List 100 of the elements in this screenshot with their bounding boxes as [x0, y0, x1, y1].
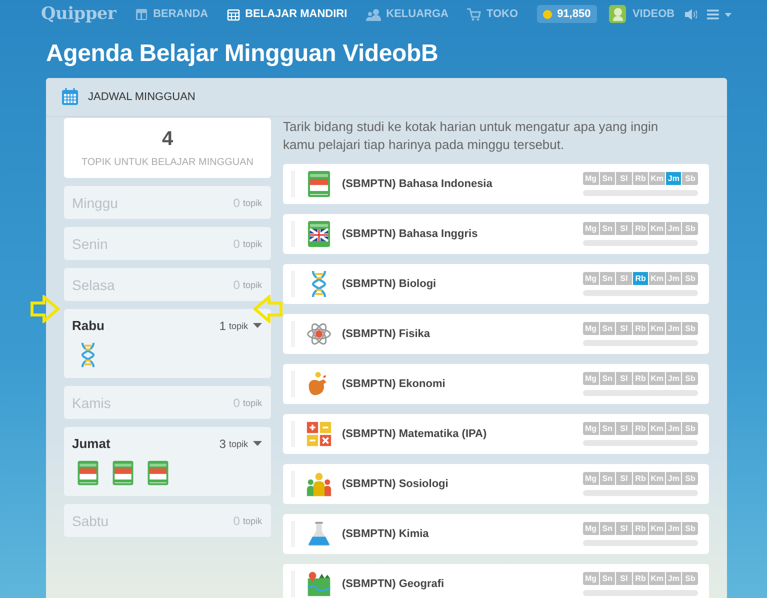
- day-toggle[interactable]: Sl: [616, 322, 632, 335]
- subject-card[interactable]: (SBMPTN) Biologi Mg Sn Sl Rb Km Jm Sb: [283, 264, 709, 304]
- day-toggle[interactable]: Km: [649, 272, 665, 285]
- day-toggle[interactable]: Sn: [600, 522, 616, 535]
- day-toggle[interactable]: Jm: [666, 422, 682, 435]
- subject-name: (SBMPTN) Kimia: [342, 528, 430, 540]
- day-toggle[interactable]: Sb: [682, 172, 698, 185]
- drag-handle-icon[interactable]: [291, 371, 295, 397]
- drag-handle-icon[interactable]: [291, 321, 295, 347]
- day-toggle[interactable]: Mg: [583, 172, 599, 185]
- day-toggle[interactable]: Mg: [583, 522, 599, 535]
- user-name[interactable]: VIDEOB: [632, 8, 675, 20]
- day-toggle[interactable]: Mg: [583, 472, 599, 485]
- menu-icon[interactable]: [707, 8, 734, 20]
- drag-handle-icon[interactable]: [291, 521, 295, 547]
- day-toggle[interactable]: Mg: [583, 322, 599, 335]
- day-toggle[interactable]: Rb: [632, 422, 648, 435]
- day-toggle[interactable]: Sb: [682, 372, 698, 385]
- subject-icon: [75, 460, 101, 486]
- subject-card[interactable]: (SBMPTN) Ekonomi Mg Sn Sl Rb Km Jm Sb: [283, 364, 709, 404]
- drag-handle-icon[interactable]: [291, 571, 295, 597]
- day-toggle[interactable]: Rb: [632, 272, 648, 285]
- day-toggle[interactable]: Sl: [616, 472, 632, 485]
- day-toggle[interactable]: Km: [649, 172, 665, 185]
- day-toggle[interactable]: Sb: [682, 322, 698, 335]
- day-toggle[interactable]: Sl: [616, 422, 632, 435]
- day-toggle[interactable]: Mg: [583, 422, 599, 435]
- day-toggle[interactable]: Sl: [616, 522, 632, 535]
- subject-card[interactable]: (SBMPTN) Bahasa Indonesia Mg Sn Sl Rb Km Jm Sb: [283, 164, 709, 204]
- day-toggle[interactable]: Rb: [632, 372, 648, 385]
- subject-card[interactable]: (SBMPTN) Bahasa Inggris Mg Sn Sl Rb Km Jm Sb: [283, 214, 709, 254]
- avatar-icon[interactable]: [608, 5, 626, 23]
- day-toggle[interactable]: Sl: [616, 172, 632, 185]
- day-toggle[interactable]: Sl: [616, 572, 632, 585]
- subject-name: (SBMPTN) Matematika (IPA): [342, 428, 488, 440]
- day-toggle[interactable]: Km: [649, 322, 665, 335]
- day-toggle[interactable]: Sn: [600, 372, 616, 385]
- quipper-logo[interactable]: Quipper: [41, 4, 116, 24]
- day-toggle[interactable]: Km: [649, 422, 665, 435]
- subject-icon: [306, 420, 332, 448]
- topic-unit: topik: [228, 438, 248, 448]
- subject-card[interactable]: (SBMPTN) Fisika Mg Sn Sl Rb Km Jm Sb: [283, 314, 709, 354]
- drag-handle-icon[interactable]: [291, 221, 295, 247]
- day-toggle[interactable]: Rb: [632, 572, 648, 585]
- day-toggle[interactable]: Sn: [600, 472, 616, 485]
- day-toggle[interactable]: Jm: [666, 522, 682, 535]
- topic-unit: topik: [242, 280, 262, 290]
- day-toggle[interactable]: Jm: [666, 572, 682, 585]
- day-toggle[interactable]: Sl: [616, 222, 632, 235]
- day-toggle[interactable]: Sn: [600, 572, 616, 585]
- drag-handle-icon[interactable]: [291, 471, 295, 497]
- day-toggle[interactable]: Jm: [666, 472, 682, 485]
- day-toggle[interactable]: Sb: [682, 422, 698, 435]
- day-toggle[interactable]: Rb: [632, 472, 648, 485]
- topic-unit: topik: [228, 320, 248, 330]
- day-toggle[interactable]: Sn: [600, 222, 616, 235]
- subject-card[interactable]: (SBMPTN) Geografi Mg Sn Sl Rb Km Jm Sb: [283, 564, 709, 598]
- caret-icon[interactable]: [253, 441, 262, 446]
- drag-handle-icon[interactable]: [291, 421, 295, 447]
- day-toggle[interactable]: Sl: [616, 372, 632, 385]
- day-toggle[interactable]: Sb: [682, 222, 698, 235]
- day-toggle[interactable]: Sn: [600, 422, 616, 435]
- day-toggle[interactable]: Jm: [666, 222, 682, 235]
- day-toggle[interactable]: Sb: [682, 572, 698, 585]
- day-toggle[interactable]: Km: [649, 222, 665, 235]
- day-toggle[interactable]: Sb: [682, 272, 698, 285]
- nav-link[interactable]: TOKO: [467, 8, 518, 20]
- speaker-icon[interactable]: [684, 8, 698, 20]
- drag-handle-icon[interactable]: [291, 271, 295, 297]
- day-toggle[interactable]: Sn: [600, 272, 616, 285]
- subject-card[interactable]: (SBMPTN) Matematika (IPA) Mg Sn Sl Rb Km Jm Sb: [283, 414, 709, 454]
- day-toggle[interactable]: Jm: [666, 372, 682, 385]
- subject-card[interactable]: (SBMPTN) Kimia Mg Sn Sl Rb Km Jm Sb: [283, 514, 709, 554]
- day-toggle[interactable]: Km: [649, 472, 665, 485]
- day-toggle[interactable]: Km: [649, 572, 665, 585]
- nav-link[interactable]: KELUARGA: [366, 8, 448, 20]
- day-toggle[interactable]: Sl: [616, 272, 632, 285]
- day-toggle[interactable]: Sb: [682, 522, 698, 535]
- caret-icon[interactable]: [253, 323, 262, 328]
- day-toggle[interactable]: Rb: [632, 222, 648, 235]
- coin-balance[interactable]: 91,850: [537, 5, 597, 23]
- day-toggle[interactable]: Jm: [666, 322, 682, 335]
- day-toggle[interactable]: Mg: [583, 372, 599, 385]
- day-toggle[interactable]: Mg: [583, 572, 599, 585]
- day-toggle[interactable]: Jm: [666, 172, 682, 185]
- subject-card[interactable]: (SBMPTN) Sosiologi Mg Sn Sl Rb Km Jm Sb: [283, 464, 709, 504]
- day-toggle[interactable]: Rb: [632, 522, 648, 535]
- day-toggle[interactable]: Km: [649, 522, 665, 535]
- day-toggle[interactable]: Mg: [583, 272, 599, 285]
- day-toggle[interactable]: Sb: [682, 472, 698, 485]
- day-toggle[interactable]: Sn: [600, 172, 616, 185]
- nav-link[interactable]: BELAJAR MANDIRI: [227, 8, 348, 20]
- day-toggle[interactable]: Rb: [632, 322, 648, 335]
- drag-handle-icon[interactable]: [291, 171, 295, 197]
- nav-link[interactable]: BERANDA: [135, 8, 208, 20]
- day-toggle[interactable]: Rb: [632, 172, 648, 185]
- day-toggle[interactable]: Km: [649, 372, 665, 385]
- day-toggle[interactable]: Jm: [666, 272, 682, 285]
- day-toggle[interactable]: Sn: [600, 322, 616, 335]
- day-toggle[interactable]: Mg: [583, 222, 599, 235]
